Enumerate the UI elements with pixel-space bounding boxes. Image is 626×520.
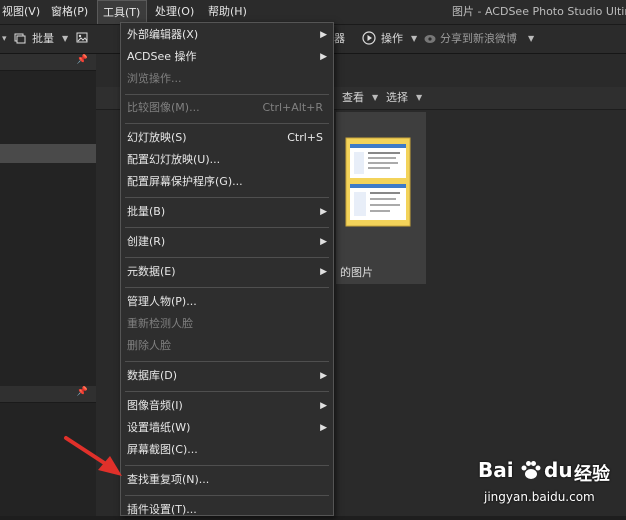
app-title: 图片 - ACDSee Photo Studio Ultin bbox=[452, 5, 626, 18]
share-dropdown-icon[interactable]: ▼ bbox=[528, 25, 534, 53]
menu-item-slideshow[interactable]: 幻灯放映(S) Ctrl+S bbox=[121, 128, 333, 148]
folder-icon bbox=[345, 137, 411, 227]
view-button[interactable]: 查看 bbox=[342, 87, 364, 109]
menu-separator bbox=[125, 361, 329, 362]
menu-help[interactable]: 帮助(H) bbox=[203, 0, 252, 24]
pin-icon[interactable]: 📌 bbox=[77, 55, 88, 65]
menu-item-redetect-faces: 重新检测人脸 bbox=[127, 317, 193, 330]
menu-view[interactable]: 视图(V) bbox=[0, 0, 45, 24]
select-dropdown-icon[interactable]: ▼ bbox=[416, 87, 422, 109]
submenu-arrow-icon: ▶ bbox=[320, 207, 327, 217]
menu-separator bbox=[125, 94, 329, 95]
menu-item-compare-images: 比较图像(M)... Ctrl+Alt+R bbox=[127, 101, 323, 114]
menu-pane[interactable]: 窗格(P) bbox=[46, 0, 93, 24]
menu-separator bbox=[125, 391, 329, 392]
toolbar-dropdown-icon[interactable]: ▾ bbox=[2, 25, 7, 53]
menu-item-database[interactable]: 数据库(D) ▶ bbox=[121, 366, 333, 386]
pin-icon[interactable]: 📌 bbox=[77, 387, 88, 397]
paw-icon bbox=[521, 461, 541, 479]
watermark-brand: Bai bbox=[478, 458, 514, 482]
menu-separator bbox=[125, 197, 329, 198]
lower-pane-header: 📌 bbox=[0, 386, 96, 403]
batch-icon bbox=[14, 25, 26, 53]
menu-item-screen-capture[interactable]: 屏幕截图(C)... bbox=[121, 440, 333, 460]
submenu-arrow-icon: ▶ bbox=[320, 30, 327, 40]
menu-separator bbox=[125, 465, 329, 466]
submenu-arrow-icon: ▶ bbox=[320, 371, 327, 381]
menu-separator bbox=[125, 287, 329, 288]
batch-button[interactable]: 批量 bbox=[32, 25, 54, 53]
submenu-arrow-icon: ▶ bbox=[320, 401, 327, 411]
share-weibo-button[interactable]: 分享到新浪微博 bbox=[440, 25, 517, 53]
menu-item-manage-people[interactable]: 管理人物(P)... bbox=[121, 292, 333, 312]
menu-separator bbox=[125, 495, 329, 496]
menu-item-plugin-settings[interactable]: 插件设置(T)... bbox=[121, 500, 333, 520]
menu-process[interactable]: 处理(O) bbox=[150, 0, 199, 24]
watermark-brand-suffix: du bbox=[544, 458, 573, 482]
menu-item-delete-faces: 删除人脸 bbox=[127, 339, 171, 352]
menu-separator bbox=[125, 123, 329, 124]
editor-button-fragment[interactable]: 器 bbox=[334, 25, 345, 53]
watermark-jingyan: 经验 bbox=[574, 464, 610, 485]
menu-item-find-duplicates[interactable]: 查找重复项(N)... bbox=[121, 470, 333, 490]
menu-item-image-audio[interactable]: 图像音频(I) ▶ bbox=[121, 396, 333, 416]
play-circle-icon bbox=[362, 25, 376, 53]
menu-item-external-editors[interactable]: 外部编辑器(X) ▶ bbox=[121, 25, 333, 45]
watermark-url: jingyan.baidu.com bbox=[484, 490, 595, 504]
baidu-watermark: Bai du 经验 jingyan.baidu.com bbox=[478, 456, 626, 516]
weibo-icon bbox=[424, 25, 438, 53]
image-add-icon[interactable] bbox=[76, 25, 90, 53]
menu-item-set-wallpaper[interactable]: 设置墙纸(W) ▶ bbox=[121, 418, 333, 438]
submenu-arrow-icon: ▶ bbox=[320, 237, 327, 247]
menu-item-configure-screensaver[interactable]: 配置屏幕保护程序(G)... bbox=[121, 172, 333, 192]
thumbnail-caption: 的图片 bbox=[340, 266, 373, 279]
annotation-arrow-icon bbox=[64, 436, 122, 476]
folders-pane-header: 📌 bbox=[0, 54, 96, 71]
menu-separator bbox=[125, 257, 329, 258]
submenu-arrow-icon: ▶ bbox=[320, 52, 327, 62]
menu-item-acdsee-actions[interactable]: ACDSee 操作 ▶ bbox=[121, 47, 333, 67]
menu-item-metadata[interactable]: 元数据(E) ▶ bbox=[121, 262, 333, 282]
submenu-arrow-icon: ▶ bbox=[320, 423, 327, 433]
menu-item-browse-actions: 浏览操作... bbox=[127, 72, 182, 85]
selected-tree-item[interactable] bbox=[0, 144, 96, 163]
menu-separator bbox=[125, 227, 329, 228]
submenu-arrow-icon: ▶ bbox=[320, 267, 327, 277]
menu-tools[interactable]: 工具(T) bbox=[97, 0, 147, 24]
batch-dropdown-icon[interactable]: ▼ bbox=[62, 25, 68, 53]
view-dropdown-icon[interactable]: ▼ bbox=[372, 87, 378, 109]
actions-button[interactable]: 操作 bbox=[381, 25, 403, 53]
select-button[interactable]: 选择 bbox=[386, 87, 408, 109]
menu-item-batch[interactable]: 批量(B) ▶ bbox=[121, 202, 333, 222]
menu-item-create[interactable]: 创建(R) ▶ bbox=[121, 232, 333, 252]
menu-item-configure-slideshow[interactable]: 配置幻灯放映(U)... bbox=[121, 150, 333, 170]
actions-dropdown-icon[interactable]: ▼ bbox=[411, 25, 417, 53]
tools-menu: 外部编辑器(X) ▶ ACDSee 操作 ▶ 浏览操作... 比较图像(M)... C… bbox=[120, 22, 334, 516]
